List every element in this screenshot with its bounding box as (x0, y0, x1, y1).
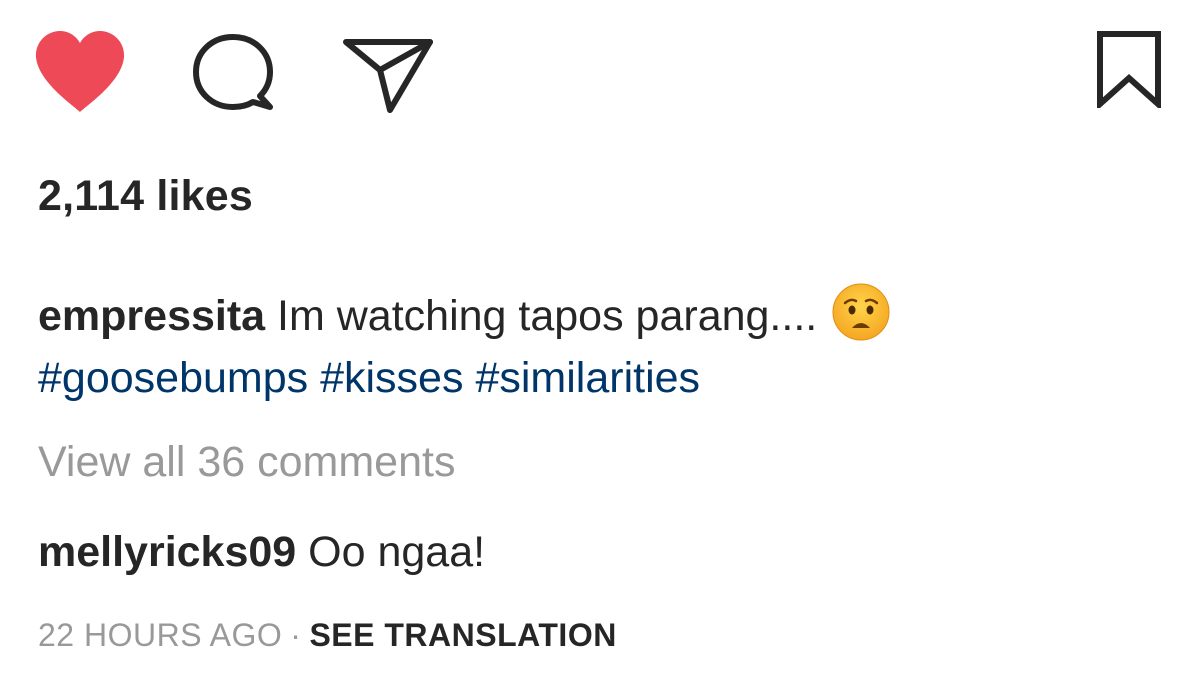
likes-count[interactable]: 2,114 likes (38, 172, 253, 221)
comment-username[interactable]: mellyricks09 (38, 528, 296, 576)
post-caption: empressita Im watching tapos parang.... … (38, 282, 1168, 409)
like-heart-icon[interactable] (34, 30, 126, 114)
comment-item: mellyricks09 Oo ngaa! (38, 528, 485, 577)
caption-username[interactable]: empressita (38, 292, 265, 340)
hashtag-link[interactable]: #similarities (475, 354, 700, 402)
comment-bubble-icon[interactable] (190, 32, 276, 112)
post-meta: 22 HOURS AGO · SEE TRANSLATION (38, 617, 617, 654)
meta-separator: · (290, 617, 302, 653)
caption-text: Im watching tapos parang.... (277, 292, 818, 340)
post-action-bar (0, 0, 1200, 130)
comment-text: Oo ngaa! (308, 528, 486, 576)
hashtag-link[interactable]: #kisses (320, 354, 463, 402)
share-paper-plane-icon[interactable] (342, 36, 434, 114)
view-all-comments-link[interactable]: View all 36 comments (38, 438, 455, 487)
hashtag-link[interactable]: #goosebumps (38, 354, 308, 402)
post-timestamp: 22 HOURS AGO (38, 617, 283, 653)
save-bookmark-icon[interactable] (1096, 30, 1162, 108)
anxious-face-emoji-icon (831, 282, 891, 342)
see-translation-button[interactable]: SEE TRANSLATION (309, 617, 616, 653)
